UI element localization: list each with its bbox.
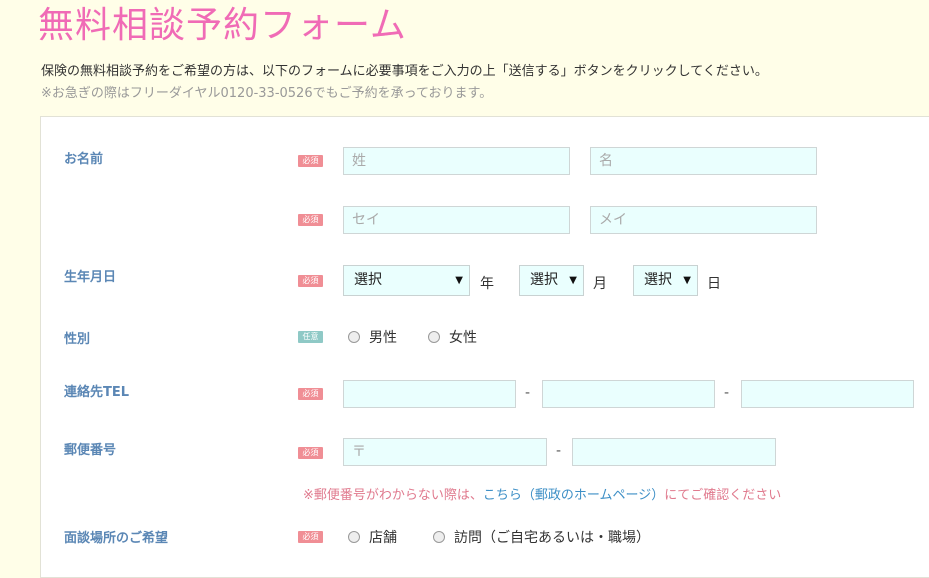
optional-badge: 任意 — [298, 331, 323, 343]
required-badge: 必須 — [298, 388, 323, 400]
location-option-store[interactable]: 店舗 — [348, 527, 397, 546]
postal-note-prefix: ※郵便番号がわからない際は、 — [303, 488, 483, 503]
gender-female-label: 女性 — [449, 330, 477, 346]
tel-separator: - — [525, 385, 531, 401]
gender-option-male[interactable]: 男性 — [348, 327, 397, 346]
tel-part1-input[interactable] — [343, 380, 516, 408]
birth-month-value: 選択 — [530, 272, 558, 288]
birth-year-value: 選択 — [354, 272, 382, 288]
month-unit: 月 — [593, 276, 607, 292]
tel-separator: - — [724, 385, 730, 401]
last-name-input[interactable] — [343, 147, 570, 175]
birth-day-select[interactable]: 選択 ▼ — [633, 265, 698, 296]
birth-month-select[interactable]: 選択 ▼ — [519, 265, 584, 296]
location-store-label: 店舗 — [369, 530, 397, 546]
required-badge: 必須 — [298, 275, 323, 287]
required-badge: 必須 — [298, 155, 323, 167]
required-badge: 必須 — [298, 214, 323, 226]
chevron-down-icon: ▼ — [455, 275, 463, 286]
postal-part2-input[interactable] — [572, 438, 776, 466]
radio-button[interactable] — [348, 331, 360, 343]
radio-button[interactable] — [428, 331, 440, 343]
required-badge: 必須 — [298, 447, 323, 459]
tel-label: 連絡先TEL — [64, 385, 130, 400]
year-unit: 年 — [480, 276, 494, 292]
radio-button[interactable] — [433, 531, 445, 543]
chevron-down-icon: ▼ — [683, 275, 691, 286]
first-name-kana-input[interactable] — [590, 206, 817, 234]
phone-note: ※お急ぎの際はフリーダイヤル0120-33-0526でもご予約を承っております。 — [41, 86, 493, 101]
intro-text: 保険の無料相談予約をご希望の方は、以下のフォームに必要事項をご入力の上「送信する… — [41, 64, 768, 79]
location-label: 面談場所のご希望 — [64, 531, 169, 546]
page-title: 無料相談予約フォーム — [38, 5, 407, 46]
name-label: お名前 — [64, 152, 104, 167]
gender-male-label: 男性 — [369, 330, 397, 346]
chevron-down-icon: ▼ — [569, 275, 577, 286]
birth-year-select[interactable]: 選択 ▼ — [343, 265, 470, 296]
required-badge: 必須 — [298, 531, 323, 543]
location-option-visit[interactable]: 訪問（ご自宅あるいは・職場） — [433, 527, 650, 546]
last-name-kana-input[interactable] — [343, 206, 570, 234]
postal-separator: - — [556, 443, 562, 459]
postal-note: ※郵便番号がわからない際は、こちら（郵政のホームページ）にてご確認ください — [303, 484, 781, 503]
birth-day-value: 選択 — [644, 272, 672, 288]
first-name-input[interactable] — [590, 147, 817, 175]
day-unit: 日 — [707, 276, 721, 292]
tel-part3-input[interactable] — [741, 380, 914, 408]
postal-part1-input[interactable] — [343, 438, 547, 466]
postal-note-suffix: にてご確認ください — [664, 488, 782, 503]
postal-label: 郵便番号 — [64, 443, 117, 458]
birthday-label: 生年月日 — [64, 270, 117, 285]
tel-part2-input[interactable] — [542, 380, 715, 408]
postal-lookup-link[interactable]: こちら（郵政のホームページ） — [483, 488, 664, 503]
location-visit-label: 訪問（ご自宅あるいは・職場） — [454, 530, 650, 546]
form-panel — [40, 116, 929, 578]
gender-option-female[interactable]: 女性 — [428, 327, 477, 346]
radio-button[interactable] — [348, 531, 360, 543]
gender-label: 性別 — [64, 332, 91, 347]
